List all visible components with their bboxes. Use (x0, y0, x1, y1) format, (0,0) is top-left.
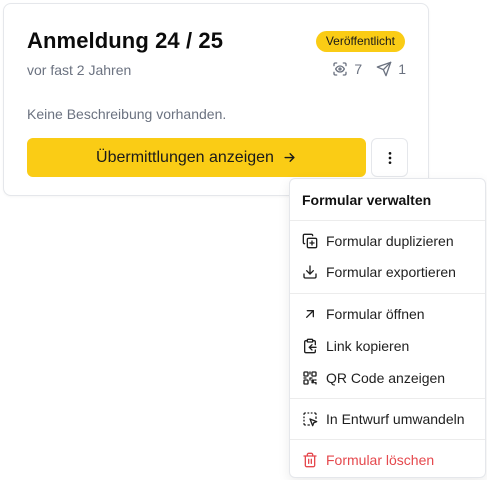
menu-item-export-form[interactable]: Formular exportieren (302, 261, 456, 283)
menu-item-duplicate-form[interactable]: Formular duplizieren (302, 230, 454, 252)
form-actions-menu: Formular verwalten Formular duplizieren … (289, 178, 486, 478)
qr-code-icon (303, 371, 317, 385)
menu-separator (290, 220, 485, 221)
menu-header: Formular verwalten (302, 192, 432, 208)
menu-separator (290, 398, 485, 399)
menu-item-delete-form[interactable]: Formular löschen (302, 449, 434, 471)
clipboard-copy-icon (304, 338, 317, 354)
send-icon (376, 61, 392, 77)
submissions-count: 1 (398, 61, 406, 77)
menu-item-open-form[interactable]: Formular öffnen (302, 303, 425, 325)
arrow-right-icon (284, 153, 295, 162)
views-count: 7 (354, 61, 363, 77)
more-options-button[interactable] (371, 138, 408, 177)
copy-plus-icon (302, 233, 318, 249)
more-vertical-icon (388, 151, 391, 164)
view-submissions-label: Übermittlungen anzeigen (96, 148, 274, 166)
menu-item-show-qr-code[interactable]: QR Code anzeigen (302, 367, 445, 389)
form-description: Keine Beschreibung vorhanden. (27, 106, 227, 122)
eye-icon (333, 62, 348, 76)
form-title: Anmeldung 24 / 25 (27, 28, 224, 53)
status-badge: Veröffentlicht (315, 31, 405, 52)
trash-icon (303, 452, 317, 468)
submissions-stat: 1 (376, 61, 406, 77)
form-created-time: vor fast 2 Jahren (27, 62, 132, 78)
views-stat: 7 (332, 61, 362, 77)
menu-item-copy-link[interactable]: Link kopieren (302, 335, 409, 357)
menu-separator (290, 293, 485, 294)
arrow-up-right-icon (306, 310, 314, 318)
form-card: Anmeldung 24 / 25 Veröffentlicht vor fas… (3, 3, 429, 196)
menu-separator (290, 439, 485, 440)
download-icon (303, 265, 317, 279)
menu-item-convert-to-draft[interactable]: In Entwurf umwandeln (302, 408, 465, 430)
form-stats: 7 1 (332, 61, 406, 77)
view-submissions-button[interactable]: Übermittlungen anzeigen (27, 138, 366, 177)
square-dashed-pointer-icon (303, 412, 318, 427)
